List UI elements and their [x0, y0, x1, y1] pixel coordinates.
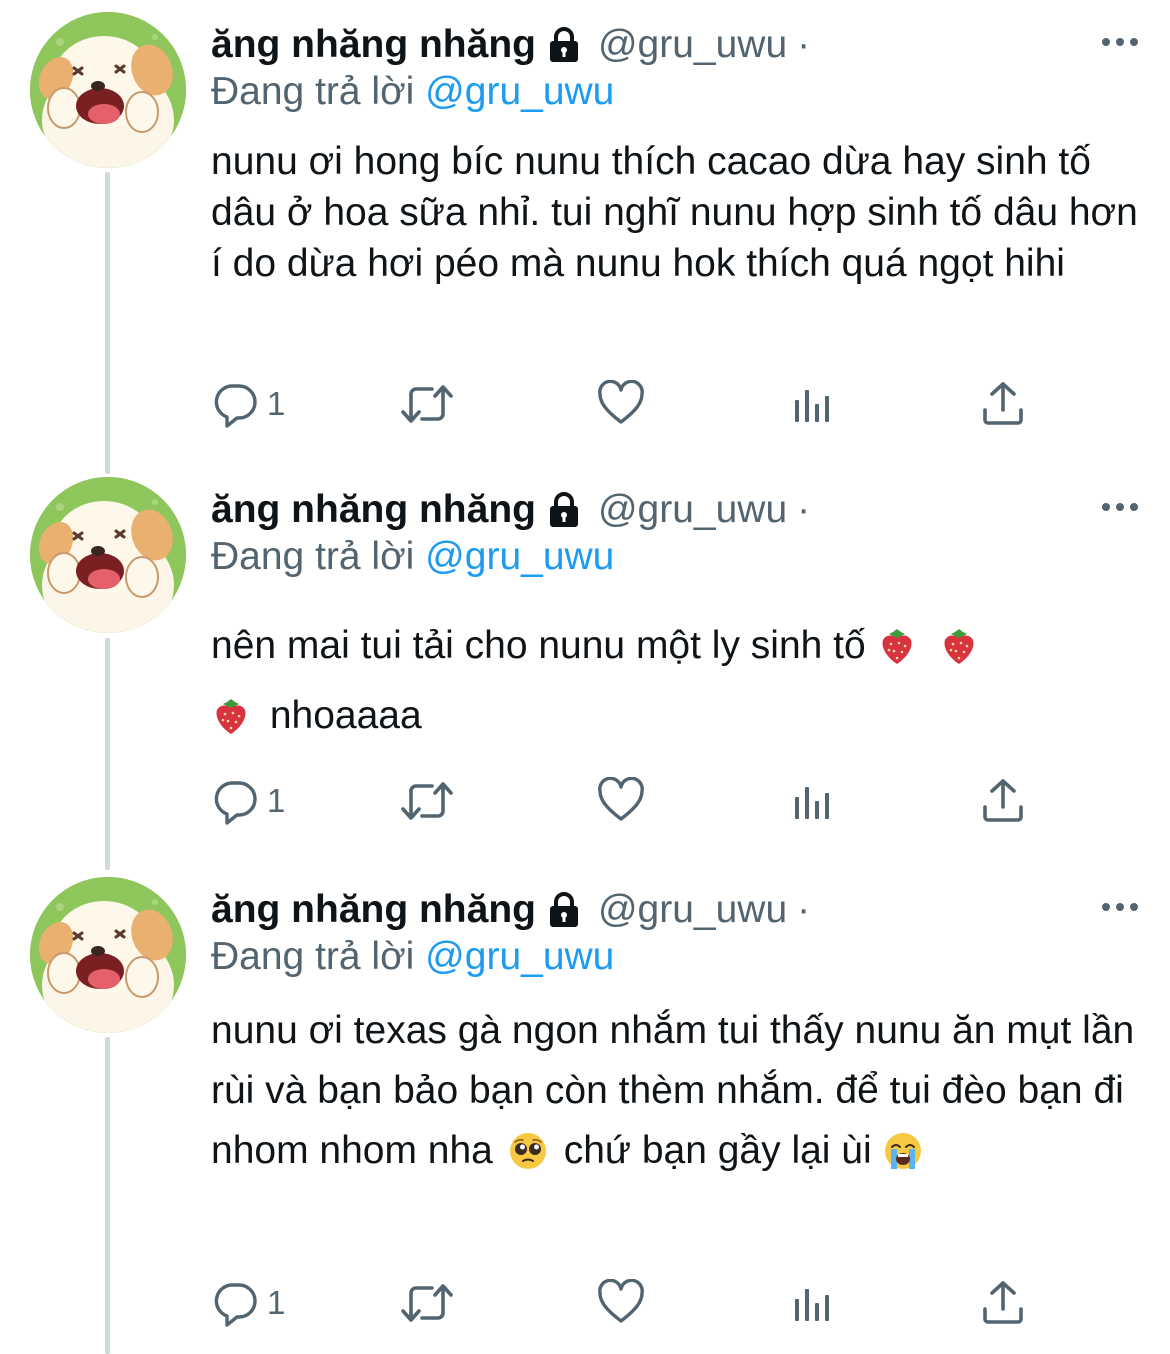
retweet-icon [399, 777, 455, 825]
reply-button[interactable]: 1 [211, 1273, 285, 1333]
tweet-text: nunu ơi texas gà ngon nhắm tui thấy nunu… [211, 1001, 1141, 1181]
analytics-icon [789, 777, 837, 825]
lock-icon [544, 890, 584, 930]
tweet-text-part: chứ bạn gầy lại ùi [563, 1129, 872, 1172]
more-icon[interactable] [1098, 889, 1142, 925]
views-button[interactable] [789, 1273, 837, 1333]
reply-count: 1 [267, 385, 286, 422]
like-button[interactable] [597, 1273, 645, 1333]
reply-count: 1 [267, 1284, 286, 1321]
tweet-text: nên mai tui tải cho nunu một ly sinh tố … [211, 611, 1141, 751]
retweet-button[interactable] [399, 771, 455, 831]
analytics-icon [789, 380, 837, 428]
action-bar: 1 [211, 771, 1041, 831]
share-icon [979, 777, 1027, 825]
heart-icon [597, 380, 645, 428]
user-handle[interactable]: @gru_uwu [598, 23, 787, 67]
strawberry-emoji [877, 626, 917, 666]
user-handle[interactable]: @gru_uwu [598, 488, 787, 532]
pleading-face-emoji [508, 1131, 548, 1171]
display-name[interactable]: ăng nhăng nhăng [211, 23, 536, 67]
reply-icon [211, 1279, 259, 1327]
analytics-icon [789, 1279, 837, 1327]
tweet[interactable]: ăng nhăng nhăng @gru_uwu · Đang trả lời … [0, 0, 1170, 465]
more-icon[interactable] [1098, 489, 1142, 525]
action-bar: 1 [211, 1273, 1041, 1333]
tweet-text-line: nên mai tui tải cho nunu một ly sinh tố [211, 624, 866, 667]
display-name[interactable]: ăng nhăng nhăng [211, 488, 536, 532]
tweet[interactable]: ăng nhăng nhăng @gru_uwu · Đang trả lời … [0, 865, 1170, 1354]
reply-prefix: Đang trả lời [211, 70, 415, 113]
reply-count: 1 [267, 782, 286, 819]
tweet-header: ăng nhăng nhăng @gru_uwu · [211, 885, 810, 935]
reply-prefix: Đang trả lời [211, 935, 415, 978]
share-button[interactable] [979, 374, 1027, 434]
heart-icon [597, 1279, 645, 1327]
strawberry-emoji [211, 696, 251, 736]
tweet-header: ăng nhăng nhăng @gru_uwu · [211, 485, 810, 535]
share-icon [979, 1279, 1027, 1327]
reply-button[interactable]: 1 [211, 771, 285, 831]
action-bar: 1 [211, 374, 1041, 434]
separator-dot: · [797, 488, 811, 531]
reply-mention-link[interactable]: @gru_uwu [425, 935, 614, 978]
tweet-text: nunu ơi hong bíc nunu thích cacao dừa ha… [211, 140, 1138, 285]
replying-to: Đang trả lời @gru_uwu [211, 535, 614, 579]
reply-mention-link[interactable]: @gru_uwu [425, 535, 614, 578]
retweet-button[interactable] [399, 374, 455, 434]
retweet-icon [399, 1279, 455, 1327]
avatar[interactable] [30, 477, 186, 633]
avatar[interactable] [30, 877, 186, 1033]
share-button[interactable] [979, 1273, 1027, 1333]
reply-prefix: Đang trả lời [211, 535, 415, 578]
tweet-header: ăng nhăng nhăng @gru_uwu · [211, 20, 810, 70]
replying-to: Đang trả lời @gru_uwu [211, 70, 614, 114]
lock-icon [544, 25, 584, 65]
share-icon [979, 380, 1027, 428]
lock-icon [544, 490, 584, 530]
display-name[interactable]: ăng nhăng nhăng [211, 888, 536, 932]
tweet[interactable]: ăng nhăng nhăng @gru_uwu · Đang trả lời … [0, 465, 1170, 865]
more-icon[interactable] [1098, 24, 1142, 60]
share-button[interactable] [979, 771, 1027, 831]
tweet-text-line: nhoaaaa [269, 694, 422, 737]
like-button[interactable] [597, 771, 645, 831]
avatar[interactable] [30, 12, 186, 168]
views-button[interactable] [789, 771, 837, 831]
reply-mention-link[interactable]: @gru_uwu [425, 70, 614, 113]
views-button[interactable] [789, 374, 837, 434]
separator-dot: · [797, 888, 811, 931]
like-button[interactable] [597, 374, 645, 434]
separator-dot: · [797, 23, 811, 66]
reply-icon [211, 777, 259, 825]
heart-icon [597, 777, 645, 825]
loudly-crying-face-emoji [883, 1131, 923, 1171]
replying-to: Đang trả lời @gru_uwu [211, 935, 614, 979]
user-handle[interactable]: @gru_uwu [598, 888, 787, 932]
retweet-icon [399, 380, 455, 428]
reply-button[interactable]: 1 [211, 374, 285, 434]
strawberry-emoji [939, 626, 979, 666]
reply-icon [211, 380, 259, 428]
retweet-button[interactable] [399, 1273, 455, 1333]
